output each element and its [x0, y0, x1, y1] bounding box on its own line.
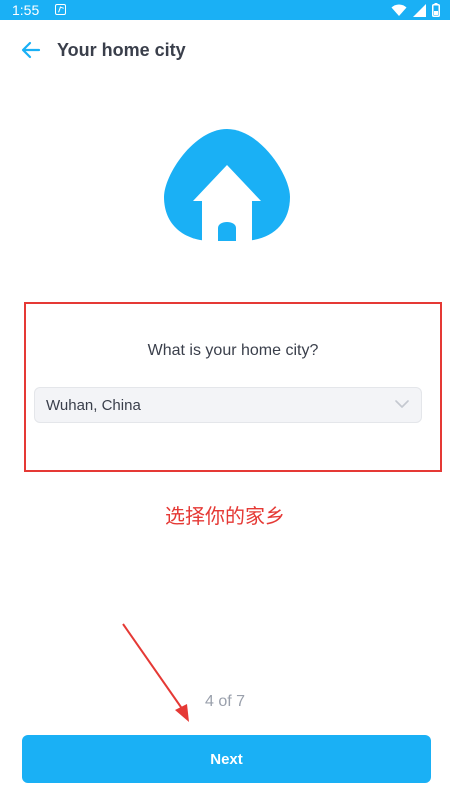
status-icons	[391, 3, 440, 17]
home-city-question-card: What is your home city? Wuhan, China	[24, 302, 442, 472]
annotation-caption: 选择你的家乡	[165, 504, 285, 528]
home-city-select[interactable]: Wuhan, China	[34, 387, 422, 423]
battery-icon	[432, 3, 440, 17]
chevron-down-icon	[395, 400, 409, 408]
step-indicator: 4 of 7	[204, 693, 246, 710]
home-pin-icon	[164, 129, 290, 241]
wifi-icon	[391, 4, 407, 16]
back-button[interactable]	[18, 37, 44, 63]
annotation-arrow-icon	[122, 623, 189, 722]
page-title: Your home city	[57, 40, 186, 60]
next-button-label: Next	[210, 750, 243, 768]
question-prompt: What is your home city?	[147, 342, 319, 359]
arrow-left-icon	[21, 41, 41, 59]
status-bar: 1:55	[0, 0, 450, 20]
next-button[interactable]: Next	[22, 735, 431, 783]
signal-icon	[413, 3, 426, 17]
app-notification-icon	[55, 4, 66, 15]
status-time: 1:55	[12, 2, 40, 18]
selected-city-value: Wuhan, China	[46, 397, 141, 414]
app-bar: Your home city	[0, 20, 450, 80]
